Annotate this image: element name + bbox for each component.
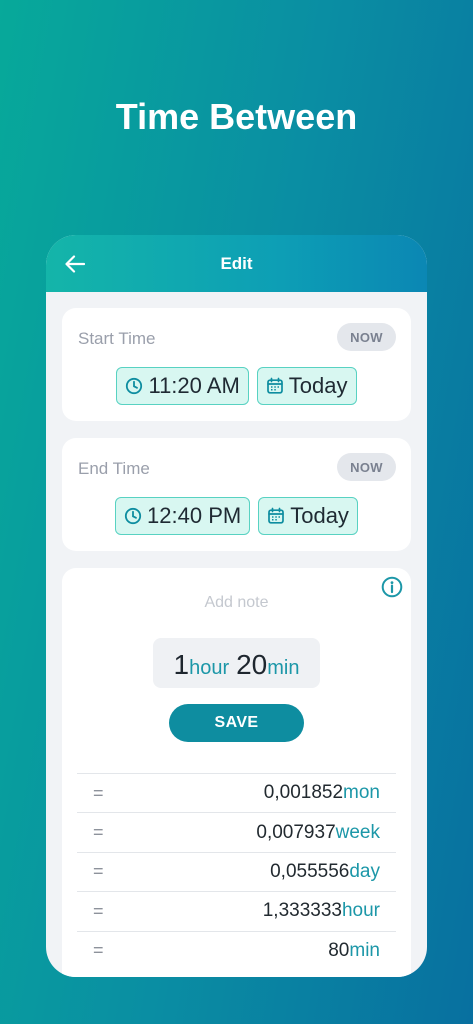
app-bar: Edit [46,235,427,292]
conversion-value: 0,007937 [256,821,336,843]
page-title: Edit [220,253,253,273]
clock-icon [124,507,142,525]
list-item: = 80 min [77,930,396,970]
result-card: Add note 1 hour 20 min SAVE = 0,001852 mo… [62,568,411,977]
start-time-value: 11:20 AM [148,373,240,398]
phone-frame: Edit Start Time NOW 11:20 AM Today End T… [46,235,427,977]
list-item: = 0,007937 week [77,812,396,851]
end-time-label: End Time [78,459,150,478]
conversion-value: 1,333333 [262,900,342,922]
end-time-picker[interactable]: 12:40 PM [115,497,251,535]
list-item: = 0,055556 day [77,851,396,891]
conversion-value: 0,055556 [270,860,350,882]
calendar-icon [268,507,285,524]
equals-sign: = [93,822,104,843]
start-time-picker[interactable]: 11:20 AM [116,367,249,405]
back-button[interactable] [62,251,88,277]
start-date-picker[interactable]: Today [256,367,357,405]
hero-title: Time Between [115,96,358,137]
conversion-unit: week [335,821,380,843]
start-time-card: Start Time NOW 11:20 AM Today [62,308,411,421]
duration-hours-unit: hour [189,657,230,679]
conversion-unit: mon [343,782,380,804]
duration-minutes: 20 [236,649,268,680]
end-time-chips: 12:40 PM Today [62,497,411,535]
list-item: = 0,001852 mon [77,773,396,812]
save-button[interactable]: SAVE [169,704,304,742]
conversion-list: = 0,001852 mon = 0,007937 week = 0,055556 d… [77,773,396,970]
conversion-value: 80 [328,939,350,961]
end-now-button[interactable]: NOW [337,453,396,481]
equals-sign: = [93,900,104,921]
start-now-button[interactable]: NOW [337,323,396,351]
list-item: = 1,333333 hour [77,891,396,930]
equals-sign: = [93,940,104,961]
start-time-label: Start Time [78,329,156,348]
conversion-unit: min [349,939,380,961]
clock-icon [126,377,143,395]
end-date-picker[interactable]: Today [258,497,358,535]
duration-display: 1 hour 20 min [153,638,320,688]
equals-sign: = [93,782,104,803]
end-time-card: End Time NOW 12:40 PM Today [62,438,411,551]
calendar-icon [266,377,283,394]
start-date-value: Today [288,373,348,398]
duration-hours: 1 [173,649,190,680]
conversion-unit: hour [341,900,380,922]
end-date-value: Today [290,503,349,528]
end-time-value: 12:40 PM [147,503,242,528]
equals-sign: = [93,861,104,882]
conversion-unit: day [349,860,380,882]
start-time-chips: 11:20 AM Today [62,367,411,405]
arrow-left-icon [65,255,85,273]
add-note-input[interactable]: Add note [62,594,411,612]
conversion-value: 0,001852 [263,782,344,804]
duration-minutes-unit: min [267,657,300,679]
